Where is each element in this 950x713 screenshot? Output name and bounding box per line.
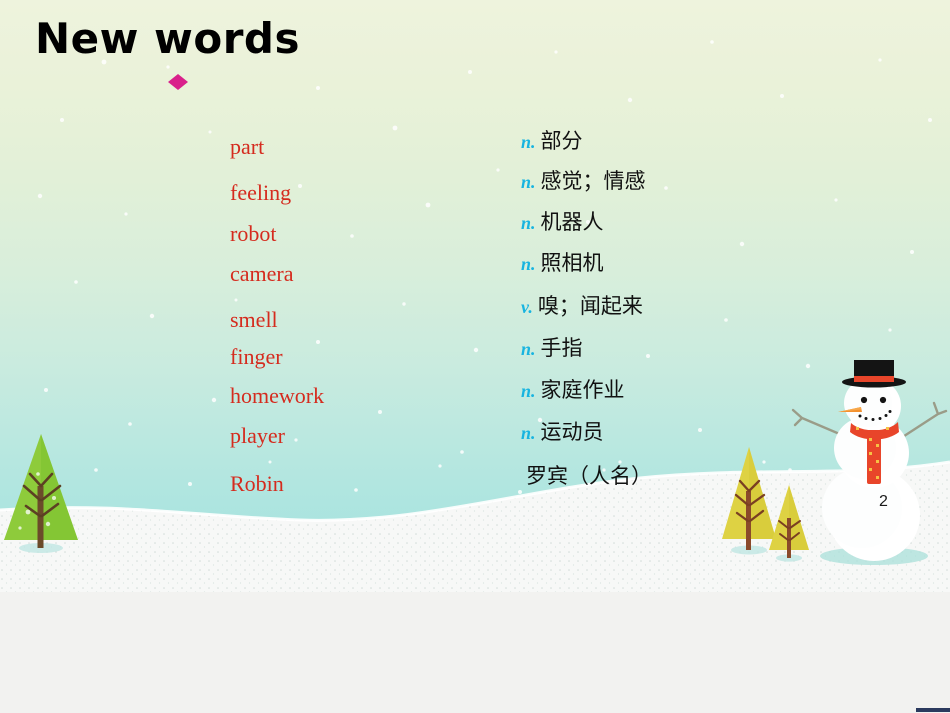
definition-text: 罗宾（人名） <box>526 464 652 488</box>
definition-text: 手指 <box>540 336 583 360</box>
word-item: feeling <box>230 180 292 205</box>
part-of-speech: n. <box>521 381 536 401</box>
word-item: player <box>230 423 285 448</box>
diamond-bullet-icon <box>168 74 188 90</box>
definition-text: 家庭作业 <box>540 378 625 402</box>
word-item: smell <box>230 307 278 332</box>
word-item: homework <box>230 383 325 408</box>
part-of-speech: n. <box>521 339 536 359</box>
part-of-speech: n. <box>521 132 536 152</box>
scrollbar-corner-mark[interactable] <box>916 708 950 712</box>
page-background-area <box>0 592 950 713</box>
definition-text: 部分 <box>540 129 583 153</box>
definition-item: n. 家庭作业 <box>521 380 625 401</box>
snowman-illustration <box>791 360 948 565</box>
word-item: robot <box>230 221 277 246</box>
page-title: New words <box>35 14 300 63</box>
definition-text: 照相机 <box>540 251 604 275</box>
word-item: Robin <box>230 471 284 496</box>
part-of-speech: n. <box>521 172 536 192</box>
definition-item: n. 感觉；情感 <box>521 171 646 192</box>
definition-item: n. 手指 <box>521 338 583 359</box>
definition-item: 罗宾（人名） <box>521 466 652 487</box>
definition-item: v. 嗅；闻起来 <box>521 296 643 317</box>
definition-item: n. 照相机 <box>521 253 604 274</box>
part-of-speech: v. <box>521 297 533 317</box>
green-fir-tree-icon <box>4 434 78 553</box>
part-of-speech: n. <box>521 254 536 274</box>
definition-text: 嗅；闻起来 <box>537 294 643 318</box>
slide-canvas: New words part feeling robot camera smel… <box>0 0 950 592</box>
definition-text: 机器人 <box>540 210 604 234</box>
definition-text: 感觉；情感 <box>540 169 646 193</box>
definition-item: n. 机器人 <box>521 212 604 233</box>
part-of-speech: n. <box>521 213 536 233</box>
definition-text: 运动员 <box>540 420 604 444</box>
definition-item: n. 运动员 <box>521 422 604 443</box>
page-number: 2 <box>879 493 888 510</box>
word-item: part <box>230 134 265 159</box>
definition-item: n. 部分 <box>521 131 583 152</box>
word-item: finger <box>230 344 283 369</box>
part-of-speech: n. <box>521 423 536 443</box>
word-item: camera <box>230 261 294 286</box>
